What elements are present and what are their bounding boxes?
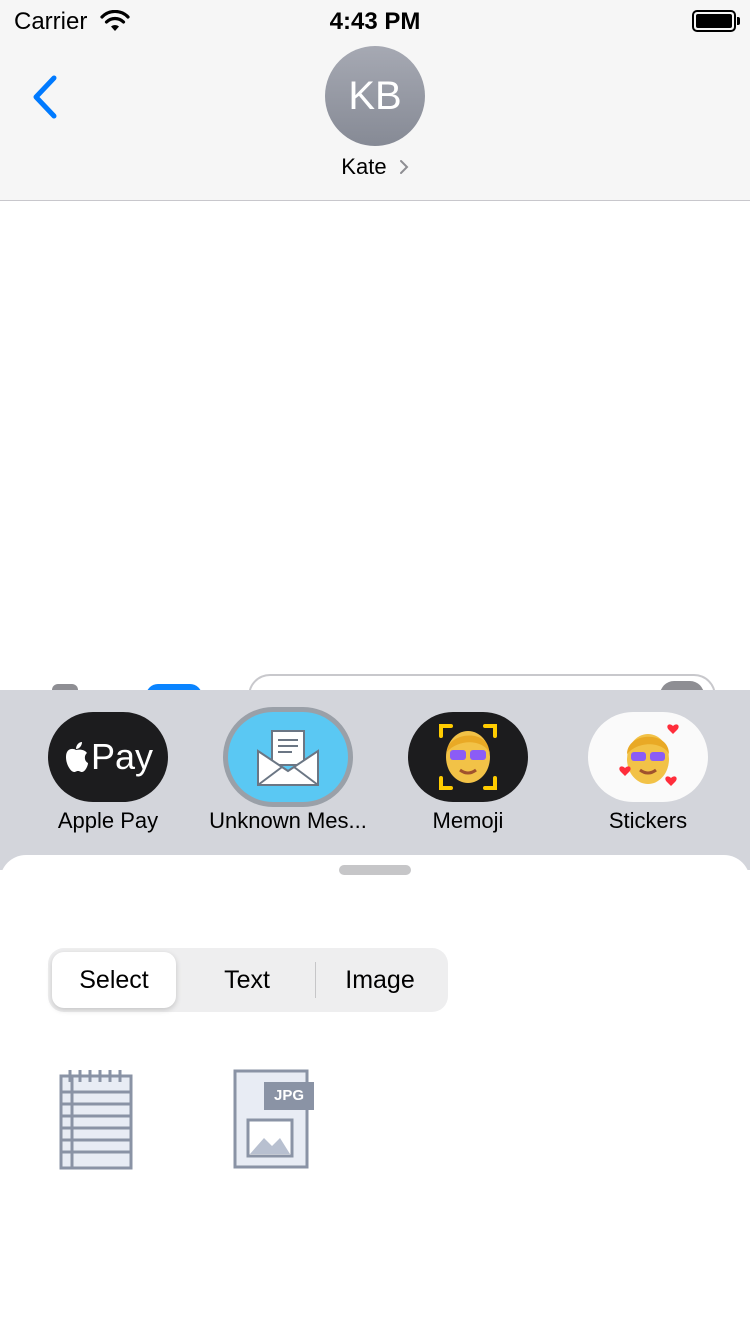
notepad-icon[interactable] [58,1068,134,1172]
battery-icon [692,10,740,32]
chevron-right-icon [399,160,409,174]
segment-divider [315,962,316,998]
status-time: 4:43 PM [329,8,421,35]
image-file-icon [233,1069,314,1169]
jpg-badge: JPG [273,1087,304,1104]
contact-avatar[interactable]: KB [325,46,425,146]
contact-name-button[interactable]: Kate [0,154,750,180]
segment-select[interactable]: Select [52,952,176,1008]
jpg-file-icon[interactable]: JPG [232,1068,318,1172]
apple-logo-icon [65,742,88,772]
memoji-icon [408,712,528,802]
app-drawer: Pay Apple Pay Unknown Mes... Memoji Stic… [0,690,750,870]
back-button[interactable] [24,70,68,126]
segment-image[interactable]: Image [316,952,444,1008]
app-label: Stickers [608,808,688,833]
segment-text[interactable]: Text [182,952,312,1008]
envelope-icon [228,712,348,802]
sheet-grabber[interactable] [339,865,411,875]
app-label: Memoji [432,808,504,833]
app-label: Unknown Mes... [209,808,367,833]
chevron-left-icon [33,75,57,119]
contact-name: Kate [341,154,387,179]
sticker-icon [588,712,708,802]
apple-pay-icon: Pay [48,712,168,802]
apple-pay-text: Pay [90,736,154,777]
app-label: Apple Pay [57,808,159,833]
segmented-control: Select Text Image [48,948,448,1012]
